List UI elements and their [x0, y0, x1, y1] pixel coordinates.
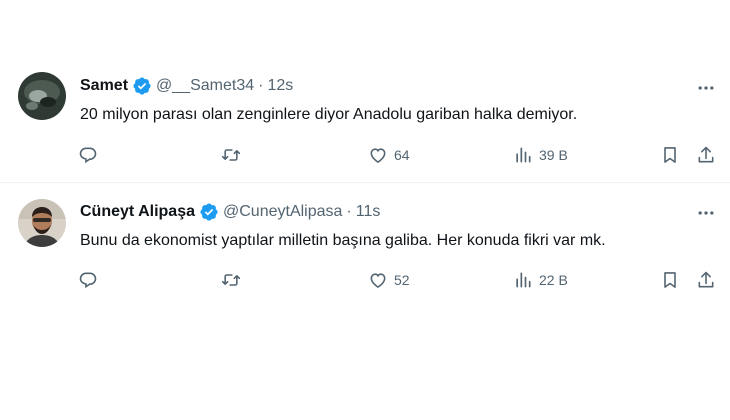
- reply-button[interactable]: [78, 268, 98, 292]
- tweet-divider: [0, 182, 730, 183]
- separator-dot: ·: [346, 203, 352, 220]
- verified-badge-icon: [199, 202, 219, 222]
- user-handle[interactable]: @__Samet34: [156, 77, 254, 95]
- bookmark-button[interactable]: [660, 143, 680, 167]
- share-icon: [698, 146, 714, 163]
- views-count: 39 B: [539, 147, 568, 163]
- like-icon: [370, 273, 386, 289]
- retweet-icon: [221, 149, 241, 161]
- avatar-image: [18, 72, 66, 120]
- bookmark-icon: [664, 272, 676, 288]
- tweet-actions: 52 22 B: [78, 268, 718, 292]
- more-icon[interactable]: [696, 78, 716, 98]
- avatar[interactable]: [18, 72, 66, 120]
- display-name[interactable]: Samet: [80, 77, 128, 95]
- views-button[interactable]: 39 B: [513, 143, 568, 167]
- tweet-text: Bunu da ekonomist yaptılar milletin başı…: [80, 232, 606, 249]
- tweet-1[interactable]: Samet @__Samet34 · 12s 20 milyon parası …: [0, 62, 730, 182]
- share-button[interactable]: [696, 268, 716, 292]
- share-icon: [698, 271, 714, 288]
- separator-dot: ·: [258, 77, 264, 94]
- timestamp[interactable]: 11s: [356, 203, 381, 221]
- views-button[interactable]: 22 B: [513, 268, 568, 292]
- like-count: 64: [394, 147, 410, 163]
- display-name[interactable]: Cüneyt Alipaşa: [80, 203, 195, 221]
- timestamp[interactable]: 12s: [267, 77, 293, 95]
- avatar-image: [18, 199, 66, 247]
- more-icon[interactable]: [696, 203, 716, 223]
- reply-button[interactable]: [78, 143, 98, 167]
- like-button[interactable]: 52: [368, 268, 410, 292]
- views-icon: [516, 272, 531, 288]
- verified-badge-icon: [132, 76, 152, 96]
- tweet-text: 20 milyon parası olan zenginlere diyor A…: [80, 106, 578, 123]
- reply-icon: [79, 147, 97, 164]
- tweet-2[interactable]: Cüneyt Alipaşa @CuneytAlipasa · 11s Bunu…: [0, 185, 730, 310]
- avatar[interactable]: [18, 199, 66, 247]
- tweet-actions: 64 39 B: [78, 143, 718, 167]
- bookmark-button[interactable]: [660, 268, 680, 292]
- like-button[interactable]: 64: [368, 143, 410, 167]
- reply-icon: [79, 272, 97, 289]
- views-count: 22 B: [539, 272, 568, 288]
- views-icon: [516, 147, 531, 163]
- user-handle[interactable]: @CuneytAlipasa: [223, 203, 342, 221]
- retweet-icon: [221, 274, 241, 286]
- like-icon: [370, 148, 386, 164]
- tweet-header: Cüneyt Alipaşa @CuneytAlipasa · 11s: [80, 200, 380, 224]
- retweet-button[interactable]: [221, 143, 241, 167]
- retweet-button[interactable]: [221, 268, 241, 292]
- tweet-header: Samet @__Samet34 · 12s: [80, 74, 293, 98]
- like-count: 52: [394, 272, 410, 288]
- share-button[interactable]: [696, 143, 716, 167]
- bookmark-icon: [664, 147, 676, 163]
